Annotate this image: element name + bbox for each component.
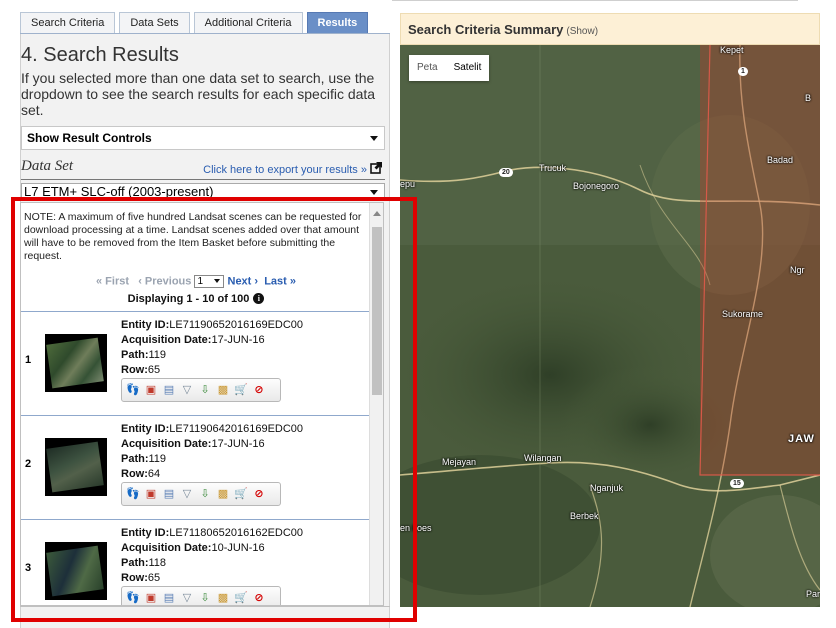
place-label: Nganjuk	[590, 483, 624, 493]
place-label: Sukorame	[722, 309, 764, 319]
road-shield: 20	[499, 168, 513, 177]
top-divider	[376, 0, 798, 1]
place-label: Badad	[767, 155, 794, 165]
map-header: Search Criteria Summary (Show)	[400, 13, 820, 45]
place-label: Berbek	[570, 511, 599, 521]
tab-additional-criteria[interactable]: Additional Criteria	[193, 12, 303, 34]
map-title: Search Criteria Summary (Show)	[408, 22, 598, 37]
place-label: Trucuk	[539, 163, 567, 173]
dataset-divider	[21, 179, 385, 180]
map-panel: Search Criteria Summary (Show) Peta Sate…	[400, 13, 820, 607]
road-shield: 1	[738, 67, 748, 76]
place-label: JAW	[788, 433, 815, 445]
place-label: Ngr	[790, 265, 805, 275]
place-label: Mejayan	[442, 457, 477, 467]
road-shield: 15	[730, 479, 744, 488]
map-type-control: Peta Satelit	[409, 55, 490, 81]
section-description: If you selected more than one data set t…	[21, 70, 376, 118]
external-link-icon[interactable]	[370, 161, 383, 174]
place-label: Kepet	[720, 45, 744, 55]
place-label: B	[805, 93, 812, 103]
map-title-text: Search Criteria Summary	[408, 22, 564, 37]
place-label: epu	[400, 179, 416, 189]
satellite-map[interactable]: Peta Satelit Kepet 1 B Badad Trucuk 20 B…	[400, 45, 820, 607]
chevron-down-icon	[370, 190, 378, 195]
show-summary-link[interactable]: (Show)	[566, 26, 598, 37]
place-label: Wilangan	[524, 453, 562, 463]
place-label: Bojonegoro	[573, 181, 620, 191]
show-result-controls-dropdown[interactable]: Show Result Controls	[21, 126, 385, 150]
tab-bar: Search Criteria Data Sets Additional Cri…	[20, 12, 372, 34]
annotation-highlight-box	[11, 197, 417, 622]
chevron-down-icon	[370, 136, 378, 141]
map-type-map-button[interactable]: Peta	[409, 55, 446, 81]
result-controls-label: Show Result Controls	[27, 131, 152, 145]
section-title: 4. Search Results	[21, 44, 179, 66]
tab-data-sets[interactable]: Data Sets	[119, 12, 190, 34]
tab-search-criteria[interactable]: Search Criteria	[20, 12, 116, 34]
map-imagery	[400, 45, 820, 607]
dataset-label: Data Set	[21, 158, 74, 174]
export-results-link[interactable]: Click here to export your results »	[203, 164, 367, 176]
map-type-satellite-button[interactable]: Satelit	[446, 55, 490, 81]
place-label: Par	[806, 589, 820, 599]
tab-results[interactable]: Results	[306, 12, 369, 34]
